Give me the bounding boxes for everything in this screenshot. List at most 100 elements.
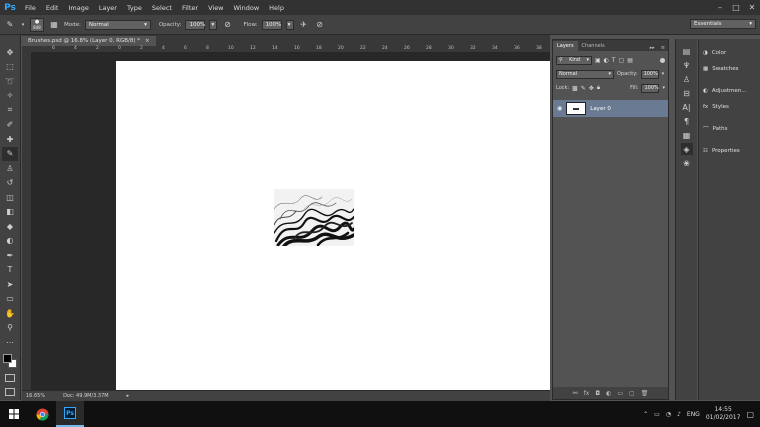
clone-stamp-tool-icon[interactable]: ♙ [2,161,18,176]
character-panel-icon[interactable]: A| [681,101,693,113]
tool-presets-icon[interactable]: ⊟ [681,87,693,99]
network-icon[interactable]: ◔ [666,411,671,418]
layer-row[interactable]: ◉ Layer 0 [553,100,668,117]
vertical-ruler[interactable] [22,53,32,390]
lasso-tool-icon[interactable]: ➰ [2,74,18,89]
new-adjustment-icon[interactable]: ◐ [606,390,611,397]
workspace-select[interactable]: Essentials ▾ [690,19,756,29]
status-arrow-icon[interactable]: ▸ [127,393,130,399]
photoshop-taskbar-button[interactable]: Ps [56,401,84,427]
new-group-folder-icon[interactable]: ▭ [617,390,623,397]
brush-tool-icon[interactable]: ✎ [2,146,18,161]
lock-all-icon[interactable]: 🔒︎ [597,84,600,92]
visibility-eye-icon[interactable]: ◉ [557,105,562,112]
tab-channels[interactable]: Channels [578,41,609,51]
menu-edit[interactable]: Edit [41,4,64,12]
layer-name[interactable]: Layer 0 [590,106,611,112]
chevron-down-icon[interactable]: ▾ [20,19,26,31]
rectangle-tool-icon[interactable]: ▭ [2,292,18,307]
brush-settings-icon[interactable]: ♆ [681,59,693,71]
canvas-area[interactable] [32,53,550,390]
panel-paths[interactable]: ⌒ Paths [699,121,760,137]
crop-tool-icon[interactable]: ⌗ [2,103,18,118]
filter-smart-object-icon[interactable]: ▤ [627,57,633,64]
eraser-tool-icon[interactable]: ◫ [2,190,18,205]
flow-dropdown-icon[interactable]: ▾ [285,19,294,30]
hand-tool-icon[interactable]: ✋ [2,306,18,321]
brush-panel-icon[interactable]: ▦ [48,19,60,31]
quick-select-tool-icon[interactable]: ✧ [2,89,18,104]
opacity-input[interactable]: 100% [185,19,206,30]
menu-window[interactable]: Window [229,4,265,12]
panel-menu-icon[interactable]: ≡ [658,45,668,51]
layer-filter-select[interactable]: ⚲ Kind ▾ [556,55,592,65]
clock[interactable]: 14:55 01/02/2017 [706,406,741,422]
lock-transparent-icon[interactable]: ▩ [572,85,578,92]
layer-opacity-input[interactable]: 100% [640,69,659,79]
history-panel-icon[interactable]: ▤ [681,45,693,57]
panel-swatches[interactable]: ▦ Swatches [699,61,760,77]
healing-brush-tool-icon[interactable]: ✚ [2,132,18,147]
volume-icon[interactable]: ♪ [677,411,681,418]
marquee-tool-icon[interactable]: ⬚ [2,60,18,75]
filter-pixel-icon[interactable]: ▣ [595,57,601,64]
panel-properties[interactable]: ☷ Properties [699,143,760,159]
panel-color[interactable]: ◑ Color [699,45,760,61]
fx-icon[interactable]: fx [584,390,590,397]
chevron-down-icon[interactable]: ▾ [662,85,665,91]
menu-layer[interactable]: Layer [94,4,122,12]
link-layers-icon[interactable]: ⚯ [573,390,578,397]
pressure-opacity-icon[interactable]: ⊘ [221,19,233,31]
menu-filter[interactable]: Filter [177,4,203,12]
panel-collapse-icon[interactable]: ▸▸ [647,45,658,51]
opacity-dropdown-icon[interactable]: ▾ [209,19,218,30]
foreground-color-swatch[interactable] [3,354,12,363]
paragraph-panel-icon[interactable]: ¶ [681,115,693,127]
mode-select[interactable]: Normal ▾ [84,19,151,30]
chevron-down-icon[interactable]: ▾ [662,71,665,77]
start-button[interactable] [0,401,28,427]
menu-type[interactable]: Type [122,4,147,12]
fill-input[interactable]: 100% [641,83,660,93]
filter-toggle-icon[interactable] [660,57,665,63]
filter-adjustment-icon[interactable]: ◐ [604,57,609,64]
panel-styles[interactable]: fx Styles [699,99,760,115]
document-tab[interactable]: Brushes.psd @ 16.8% (Layer 0, RGB/8) * × [22,36,156,46]
chrome-taskbar-button[interactable] [28,401,56,427]
menu-file[interactable]: File [20,4,41,12]
zoom-tool-icon[interactable]: ⚲ [2,321,18,336]
brush-size-picker[interactable]: ● 848 [30,17,44,32]
eyedropper-tool-icon[interactable]: ✐ [2,118,18,133]
lock-image-icon[interactable]: ✎ [581,85,586,92]
pressure-size-icon[interactable]: ⊘ [314,19,326,31]
pen-tool-icon[interactable]: ✒ [2,248,18,263]
notification-icon[interactable]: ▢ [746,410,754,419]
menu-select[interactable]: Select [147,4,177,12]
history-brush-tool-icon[interactable]: ↺ [2,176,18,191]
device-icon[interactable]: ▭ [654,411,660,418]
minimize-icon[interactable]: – [712,3,728,12]
layer-comps-icon[interactable]: ▦ [681,129,693,141]
tray-chevron-up-icon[interactable]: ⌃ [643,411,648,418]
add-mask-icon[interactable]: ◘ [595,390,600,397]
blur-tool-icon[interactable]: ◆ [2,219,18,234]
clone-source-icon[interactable]: ♙ [681,73,693,85]
screen-mode-icon[interactable] [5,388,15,396]
type-tool-icon[interactable]: T [2,263,18,278]
channels-panel-icon[interactable]: ❀ [681,157,693,169]
dodge-tool-icon[interactable]: ◐ [2,234,18,249]
filter-type-icon[interactable]: T [612,57,616,64]
panel-adjustments[interactable]: ◐ Adjustmen... [699,83,760,99]
brush-tool-preset-icon[interactable]: ✎ [4,19,16,31]
new-layer-icon[interactable]: ▢ [629,390,635,397]
menu-help[interactable]: Help [264,4,289,12]
lock-position-icon[interactable]: ✥ [589,85,594,92]
zoom-level[interactable]: 16.65% [26,393,45,399]
maximize-icon[interactable]: □ [728,3,744,12]
menu-image[interactable]: Image [63,4,93,12]
gradient-tool-icon[interactable]: ◧ [2,205,18,220]
language-indicator[interactable]: ENG [687,411,700,418]
document-canvas[interactable] [116,61,550,390]
filter-shape-icon[interactable]: ▢ [619,57,625,64]
extra-tools-icon[interactable]: ⋯ [2,335,18,350]
